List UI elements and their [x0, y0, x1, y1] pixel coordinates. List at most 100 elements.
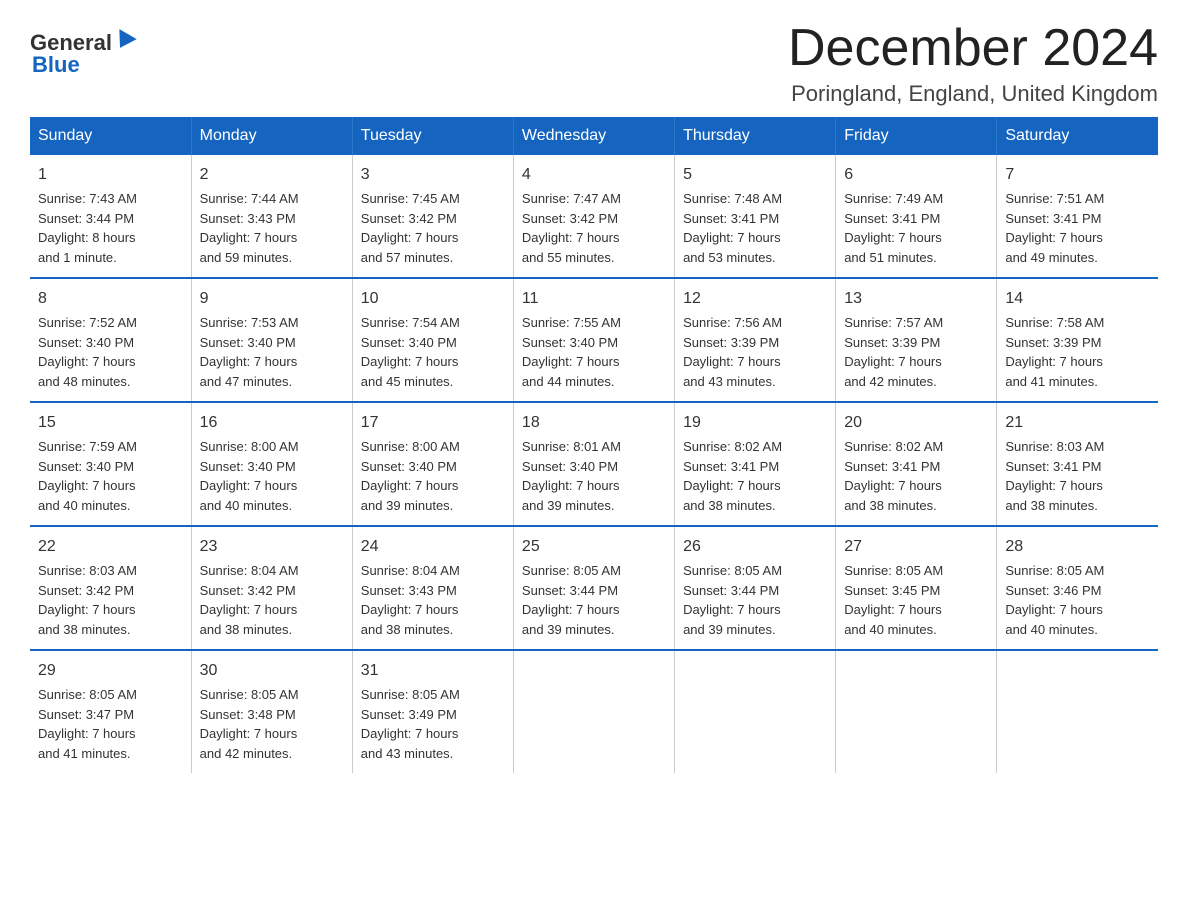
header-cell-thursday: Thursday — [675, 117, 836, 155]
day-number: 11 — [522, 287, 666, 311]
title-section: December 2024 Poringland, England, Unite… — [788, 20, 1158, 107]
day-cell: 19Sunrise: 8:02 AMSunset: 3:41 PMDayligh… — [675, 402, 836, 526]
day-number: 18 — [522, 411, 666, 435]
day-cell: 1Sunrise: 7:43 AMSunset: 3:44 PMDaylight… — [30, 155, 191, 278]
day-number: 16 — [200, 411, 344, 435]
day-cell: 30Sunrise: 8:05 AMSunset: 3:48 PMDayligh… — [191, 650, 352, 773]
day-info: Sunrise: 8:02 AMSunset: 3:41 PMDaylight:… — [844, 437, 988, 515]
day-cell: 29Sunrise: 8:05 AMSunset: 3:47 PMDayligh… — [30, 650, 191, 773]
day-number: 19 — [683, 411, 827, 435]
day-cell: 9Sunrise: 7:53 AMSunset: 3:40 PMDaylight… — [191, 278, 352, 402]
day-cell: 11Sunrise: 7:55 AMSunset: 3:40 PMDayligh… — [513, 278, 674, 402]
day-cell: 25Sunrise: 8:05 AMSunset: 3:44 PMDayligh… — [513, 526, 674, 650]
header-cell-sunday: Sunday — [30, 117, 191, 155]
day-info: Sunrise: 8:05 AMSunset: 3:47 PMDaylight:… — [38, 685, 183, 763]
day-info: Sunrise: 8:00 AMSunset: 3:40 PMDaylight:… — [200, 437, 344, 515]
day-number: 6 — [844, 163, 988, 187]
week-row-2: 8Sunrise: 7:52 AMSunset: 3:40 PMDaylight… — [30, 278, 1158, 402]
day-number: 21 — [1005, 411, 1150, 435]
day-cell: 6Sunrise: 7:49 AMSunset: 3:41 PMDaylight… — [836, 155, 997, 278]
day-number: 12 — [683, 287, 827, 311]
day-number: 14 — [1005, 287, 1150, 311]
day-number: 2 — [200, 163, 344, 187]
logo-arrow-icon — [111, 29, 136, 53]
week-row-1: 1Sunrise: 7:43 AMSunset: 3:44 PMDaylight… — [30, 155, 1158, 278]
day-info: Sunrise: 7:48 AMSunset: 3:41 PMDaylight:… — [683, 189, 827, 267]
day-number: 30 — [200, 659, 344, 683]
day-number: 17 — [361, 411, 505, 435]
day-cell: 10Sunrise: 7:54 AMSunset: 3:40 PMDayligh… — [352, 278, 513, 402]
day-number: 20 — [844, 411, 988, 435]
day-cell: 4Sunrise: 7:47 AMSunset: 3:42 PMDaylight… — [513, 155, 674, 278]
day-info: Sunrise: 7:58 AMSunset: 3:39 PMDaylight:… — [1005, 313, 1150, 391]
day-info: Sunrise: 7:54 AMSunset: 3:40 PMDaylight:… — [361, 313, 505, 391]
day-number: 7 — [1005, 163, 1150, 187]
day-cell: 16Sunrise: 8:00 AMSunset: 3:40 PMDayligh… — [191, 402, 352, 526]
day-number: 28 — [1005, 535, 1150, 559]
header-row: SundayMondayTuesdayWednesdayThursdayFrid… — [30, 117, 1158, 155]
day-cell: 28Sunrise: 8:05 AMSunset: 3:46 PMDayligh… — [997, 526, 1158, 650]
day-number: 1 — [38, 163, 183, 187]
day-number: 25 — [522, 535, 666, 559]
day-cell: 31Sunrise: 8:05 AMSunset: 3:49 PMDayligh… — [352, 650, 513, 773]
day-cell — [997, 650, 1158, 773]
header-cell-saturday: Saturday — [997, 117, 1158, 155]
day-info: Sunrise: 7:51 AMSunset: 3:41 PMDaylight:… — [1005, 189, 1150, 267]
day-number: 26 — [683, 535, 827, 559]
day-number: 5 — [683, 163, 827, 187]
day-cell: 27Sunrise: 8:05 AMSunset: 3:45 PMDayligh… — [836, 526, 997, 650]
header-cell-friday: Friday — [836, 117, 997, 155]
day-number: 15 — [38, 411, 183, 435]
month-title: December 2024 — [788, 20, 1158, 77]
day-info: Sunrise: 7:44 AMSunset: 3:43 PMDaylight:… — [200, 189, 344, 267]
header-cell-monday: Monday — [191, 117, 352, 155]
day-info: Sunrise: 7:59 AMSunset: 3:40 PMDaylight:… — [38, 437, 183, 515]
day-cell: 26Sunrise: 8:05 AMSunset: 3:44 PMDayligh… — [675, 526, 836, 650]
day-info: Sunrise: 8:05 AMSunset: 3:48 PMDaylight:… — [200, 685, 344, 763]
day-info: Sunrise: 7:57 AMSunset: 3:39 PMDaylight:… — [844, 313, 988, 391]
week-row-4: 22Sunrise: 8:03 AMSunset: 3:42 PMDayligh… — [30, 526, 1158, 650]
day-number: 29 — [38, 659, 183, 683]
day-cell: 12Sunrise: 7:56 AMSunset: 3:39 PMDayligh… — [675, 278, 836, 402]
day-number: 23 — [200, 535, 344, 559]
day-cell: 14Sunrise: 7:58 AMSunset: 3:39 PMDayligh… — [997, 278, 1158, 402]
week-row-3: 15Sunrise: 7:59 AMSunset: 3:40 PMDayligh… — [30, 402, 1158, 526]
day-info: Sunrise: 8:00 AMSunset: 3:40 PMDaylight:… — [361, 437, 505, 515]
calendar-header: SundayMondayTuesdayWednesdayThursdayFrid… — [30, 117, 1158, 155]
day-info: Sunrise: 7:55 AMSunset: 3:40 PMDaylight:… — [522, 313, 666, 391]
day-info: Sunrise: 8:05 AMSunset: 3:49 PMDaylight:… — [361, 685, 505, 763]
day-cell: 24Sunrise: 8:04 AMSunset: 3:43 PMDayligh… — [352, 526, 513, 650]
day-number: 22 — [38, 535, 183, 559]
day-cell: 13Sunrise: 7:57 AMSunset: 3:39 PMDayligh… — [836, 278, 997, 402]
header-cell-wednesday: Wednesday — [513, 117, 674, 155]
day-number: 3 — [361, 163, 505, 187]
page-header: General Blue December 2024 Poringland, E… — [30, 20, 1158, 107]
day-cell: 22Sunrise: 8:03 AMSunset: 3:42 PMDayligh… — [30, 526, 191, 650]
calendar-table: SundayMondayTuesdayWednesdayThursdayFrid… — [30, 117, 1158, 773]
day-cell — [836, 650, 997, 773]
day-info: Sunrise: 8:05 AMSunset: 3:44 PMDaylight:… — [683, 561, 827, 639]
day-info: Sunrise: 7:45 AMSunset: 3:42 PMDaylight:… — [361, 189, 505, 267]
day-number: 31 — [361, 659, 505, 683]
day-cell: 7Sunrise: 7:51 AMSunset: 3:41 PMDaylight… — [997, 155, 1158, 278]
day-info: Sunrise: 7:47 AMSunset: 3:42 PMDaylight:… — [522, 189, 666, 267]
day-info: Sunrise: 8:04 AMSunset: 3:43 PMDaylight:… — [361, 561, 505, 639]
day-info: Sunrise: 8:05 AMSunset: 3:46 PMDaylight:… — [1005, 561, 1150, 639]
day-info: Sunrise: 7:52 AMSunset: 3:40 PMDaylight:… — [38, 313, 183, 391]
day-cell: 23Sunrise: 8:04 AMSunset: 3:42 PMDayligh… — [191, 526, 352, 650]
day-number: 4 — [522, 163, 666, 187]
day-info: Sunrise: 7:53 AMSunset: 3:40 PMDaylight:… — [200, 313, 344, 391]
day-info: Sunrise: 8:05 AMSunset: 3:45 PMDaylight:… — [844, 561, 988, 639]
day-cell: 3Sunrise: 7:45 AMSunset: 3:42 PMDaylight… — [352, 155, 513, 278]
day-info: Sunrise: 7:43 AMSunset: 3:44 PMDaylight:… — [38, 189, 183, 267]
day-cell: 21Sunrise: 8:03 AMSunset: 3:41 PMDayligh… — [997, 402, 1158, 526]
day-cell: 17Sunrise: 8:00 AMSunset: 3:40 PMDayligh… — [352, 402, 513, 526]
day-info: Sunrise: 7:49 AMSunset: 3:41 PMDaylight:… — [844, 189, 988, 267]
day-cell — [513, 650, 674, 773]
day-info: Sunrise: 8:01 AMSunset: 3:40 PMDaylight:… — [522, 437, 666, 515]
logo-blue: Blue — [32, 52, 80, 78]
day-cell: 18Sunrise: 8:01 AMSunset: 3:40 PMDayligh… — [513, 402, 674, 526]
day-number: 13 — [844, 287, 988, 311]
day-info: Sunrise: 8:03 AMSunset: 3:41 PMDaylight:… — [1005, 437, 1150, 515]
day-info: Sunrise: 8:05 AMSunset: 3:44 PMDaylight:… — [522, 561, 666, 639]
